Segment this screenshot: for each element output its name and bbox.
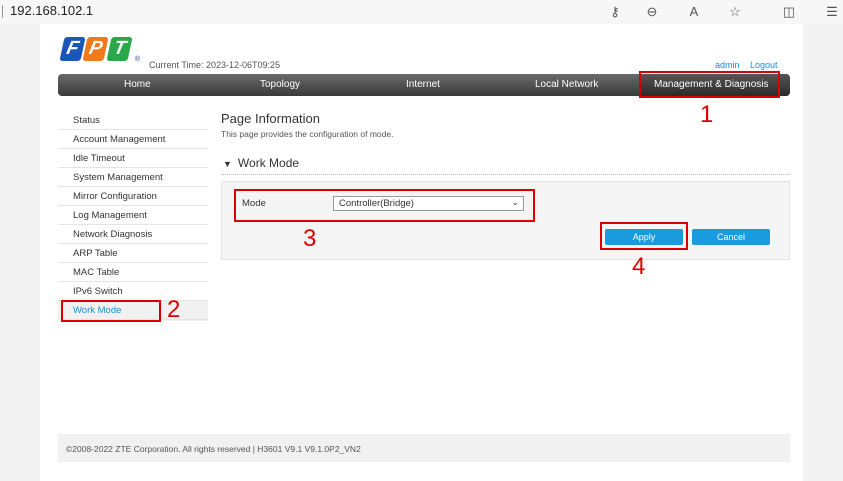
logo-letter-t: T xyxy=(106,37,133,61)
sidebar-item-mac-table[interactable]: MAC Table xyxy=(58,263,208,282)
annotation-box-1 xyxy=(639,71,780,98)
annotation-box-4 xyxy=(600,222,688,250)
logout-link[interactable]: Logout xyxy=(750,60,778,70)
read-aloud-icon[interactable]: A xyxy=(686,4,702,20)
work-mode-section-title: Work Mode xyxy=(237,156,300,170)
url-separator xyxy=(2,5,3,18)
sidebar-item-status[interactable]: Status xyxy=(58,111,208,130)
section-divider xyxy=(221,174,790,175)
sidebar-item-arp-table[interactable]: ARP Table xyxy=(58,244,208,263)
key-icon[interactable]: ⚷ xyxy=(607,4,623,20)
sidebar-item-idle-timeout[interactable]: Idle Timeout xyxy=(58,149,208,168)
annotation-box-3 xyxy=(234,189,535,222)
nav-home[interactable]: Home xyxy=(124,79,151,90)
logo-letter-p: P xyxy=(82,37,110,61)
annotation-number-3: 3 xyxy=(303,225,317,252)
nav-local-network[interactable]: Local Network xyxy=(535,79,598,90)
favorite-star-icon[interactable]: ☆ xyxy=(727,4,743,20)
user-links: admin Logout xyxy=(707,60,778,70)
nav-internet[interactable]: Internet xyxy=(406,79,440,90)
fpt-logo: F P T ® xyxy=(59,37,141,63)
collapse-triangle-icon: ▼ xyxy=(223,159,232,169)
sidebar-item-ipv6-switch[interactable]: IPv6 Switch xyxy=(58,282,208,301)
split-screen-icon[interactable]: ◫ xyxy=(781,4,797,20)
sidebar-item-system-management[interactable]: System Management xyxy=(58,168,208,187)
logo-letter-f: F xyxy=(59,37,86,61)
annotation-box-2 xyxy=(61,300,161,322)
browser-address-bar[interactable]: 192.168.102.1 ⚷ ⊖ A ☆ ◫ ☰ xyxy=(0,0,843,24)
work-mode-section-header[interactable]: ▼ Work Mode xyxy=(223,156,299,170)
nav-topology[interactable]: Topology xyxy=(260,79,300,90)
sidebar-item-account-management[interactable]: Account Management xyxy=(58,130,208,149)
url-text[interactable]: 192.168.102.1 xyxy=(10,3,93,18)
sidebar-item-network-diagnosis[interactable]: Network Diagnosis xyxy=(58,225,208,244)
zoom-out-icon[interactable]: ⊖ xyxy=(644,4,660,20)
current-time: Current Time: 2023-12-06T09:25 xyxy=(149,60,281,70)
annotation-number-1: 1 xyxy=(700,101,714,128)
annotation-number-2: 2 xyxy=(167,296,181,323)
admin-link[interactable]: admin xyxy=(715,60,740,70)
sidebar-item-log-management[interactable]: Log Management xyxy=(58,206,208,225)
logo-registered: ® xyxy=(134,56,141,63)
sidebar: Status Account Management Idle Timeout S… xyxy=(58,111,208,320)
favorites-list-icon[interactable]: ☰ xyxy=(824,4,840,20)
page-description: This page provides the configuration of … xyxy=(221,129,394,139)
page-title: Page Information xyxy=(221,111,321,126)
annotation-number-4: 4 xyxy=(632,253,646,280)
footer: ©2008-2022 ZTE Corporation. All rights r… xyxy=(58,434,790,462)
cancel-button[interactable]: Cancel xyxy=(692,229,770,245)
sidebar-item-mirror-configuration[interactable]: Mirror Configuration xyxy=(58,187,208,206)
